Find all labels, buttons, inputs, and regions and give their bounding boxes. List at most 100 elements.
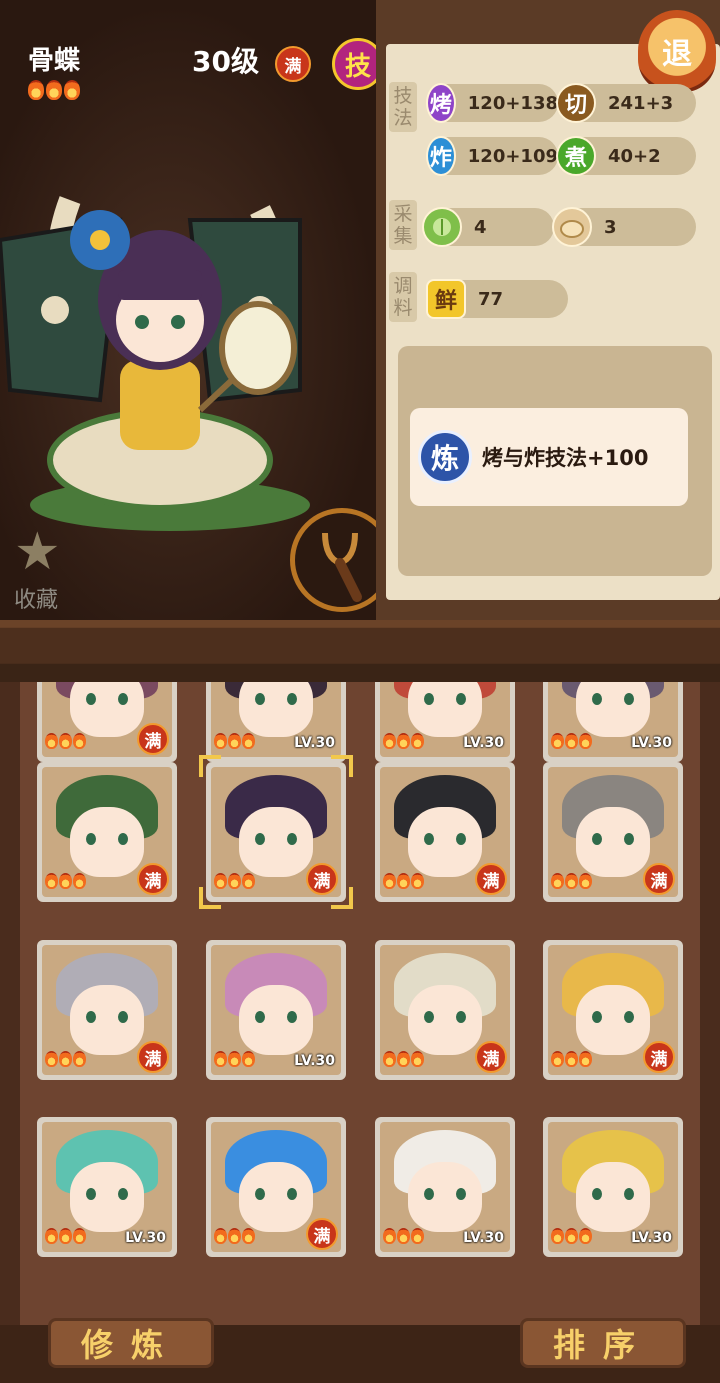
roster-card[interactable]: 满 — [206, 1117, 346, 1257]
roster-card[interactable]: 满 — [199, 755, 353, 909]
roster-card[interactable]: 满 — [375, 762, 515, 902]
seasoning-section-label: 调料 — [389, 272, 417, 322]
fork-icon — [322, 532, 362, 602]
bake-icon: 烤 — [426, 83, 456, 123]
roster-card[interactable]: 满 — [37, 940, 177, 1080]
card-level: LV.30 — [463, 1230, 504, 1246]
exit-button[interactable]: 退 — [638, 10, 716, 92]
flame-icon — [73, 873, 86, 889]
portrait-eye — [424, 1011, 434, 1023]
stat-boil: 煮 40+2 — [556, 136, 696, 176]
card-level: LV.30 — [125, 1230, 166, 1246]
card-portrait: 满 — [548, 945, 678, 1075]
portrait-eye — [624, 1188, 634, 1200]
flame-icon — [383, 1051, 396, 1067]
cabbage-shape — [433, 218, 451, 236]
card-level: LV.30 — [631, 1230, 672, 1246]
portrait-face — [576, 807, 650, 877]
stat-cut: 切 241+3 — [556, 83, 696, 123]
flame-icon — [565, 733, 578, 749]
card-portrait: 满 — [548, 767, 678, 897]
boil-icon: 煮 — [556, 136, 596, 176]
portrait-eye — [255, 1188, 265, 1200]
card-rarity-flames — [45, 873, 87, 893]
roster-card[interactable]: LV.30 — [206, 940, 346, 1080]
stat-fry-value: 120+109 — [467, 145, 558, 167]
card-rarity-flames — [45, 1228, 87, 1248]
portrait-eye — [86, 693, 96, 705]
portrait-eye — [424, 833, 434, 845]
card-level: LV.30 — [294, 735, 335, 751]
portrait-face — [408, 807, 482, 877]
flame-icon — [214, 1051, 227, 1067]
flame-icon — [579, 733, 592, 749]
portrait-eye — [624, 833, 634, 845]
flame-icon — [579, 1051, 592, 1067]
portrait-eye — [456, 693, 466, 705]
portrait-eye — [118, 1188, 128, 1200]
card-max-badge: 满 — [475, 1041, 507, 1073]
flame-icon — [45, 1051, 58, 1067]
flame-icon — [28, 80, 44, 100]
favorite-star-icon[interactable]: ★ — [14, 526, 66, 578]
sort-button[interactable]: 排序 — [520, 1318, 686, 1368]
card-level: LV.30 — [463, 735, 504, 751]
roster-card[interactable]: 满 — [543, 940, 683, 1080]
card-portrait: 满 — [211, 767, 341, 897]
flame-icon — [46, 80, 62, 100]
portrait-eye — [287, 833, 297, 845]
card-max-badge: 满 — [643, 863, 675, 895]
portrait-face — [576, 985, 650, 1055]
portrait-eye — [86, 1188, 96, 1200]
portrait-eye — [456, 1011, 466, 1023]
flame-icon — [59, 1228, 72, 1244]
selection-corner — [199, 755, 221, 777]
portrait-eye — [118, 833, 128, 845]
roster-card[interactable]: LV.30 — [543, 1117, 683, 1257]
effect-card: 炼 烤与炸技法+100 — [410, 408, 688, 506]
card-max-badge: 满 — [643, 1041, 675, 1073]
card-rarity-flames — [214, 1051, 256, 1071]
portrait-face — [408, 1162, 482, 1232]
portrait-eye — [255, 693, 265, 705]
favorite-label[interactable]: 收藏 — [14, 582, 58, 614]
roster-card[interactable]: LV.30 — [375, 1117, 515, 1257]
flame-icon — [45, 733, 58, 749]
card-rarity-flames — [45, 733, 87, 753]
umami-icon: 鲜 — [426, 279, 466, 319]
flame-icon — [242, 873, 255, 889]
cabbage-icon — [422, 207, 462, 247]
portrait-face — [70, 1162, 144, 1232]
card-rarity-flames — [214, 1228, 256, 1248]
flame-icon — [228, 1051, 241, 1067]
flame-icon — [242, 1228, 255, 1244]
portrait-eye — [287, 693, 297, 705]
card-portrait: LV.30 — [211, 945, 341, 1075]
cultivate-button[interactable]: 修炼 — [48, 1318, 214, 1368]
portrait-face — [239, 807, 313, 877]
max-badge: 满 — [275, 46, 311, 82]
card-rarity-flames — [383, 1051, 425, 1071]
flame-icon — [383, 873, 396, 889]
card-max-badge: 满 — [137, 863, 169, 895]
refine-icon: 炼 — [418, 430, 472, 484]
portrait-eye — [592, 693, 602, 705]
flame-icon — [551, 733, 564, 749]
card-level: LV.30 — [294, 1053, 335, 1069]
selection-corner — [331, 755, 353, 777]
stat-bake: 烤 120+138 — [426, 83, 558, 123]
roster-card[interactable]: 满 — [37, 762, 177, 902]
flame-icon — [214, 733, 227, 749]
card-rarity-flames — [551, 733, 593, 753]
shelf-top — [0, 620, 720, 682]
portrait-eye — [624, 1011, 634, 1023]
roster-card[interactable]: LV.30 — [37, 1117, 177, 1257]
portrait-face — [576, 1162, 650, 1232]
flame-icon — [45, 1228, 58, 1244]
roster-card[interactable]: 满 — [543, 762, 683, 902]
portrait-eye — [287, 1011, 297, 1023]
roster-card[interactable]: 满 — [375, 940, 515, 1080]
portrait-eye — [86, 833, 96, 845]
flame-icon — [579, 1228, 592, 1244]
portrait-eye — [118, 693, 128, 705]
